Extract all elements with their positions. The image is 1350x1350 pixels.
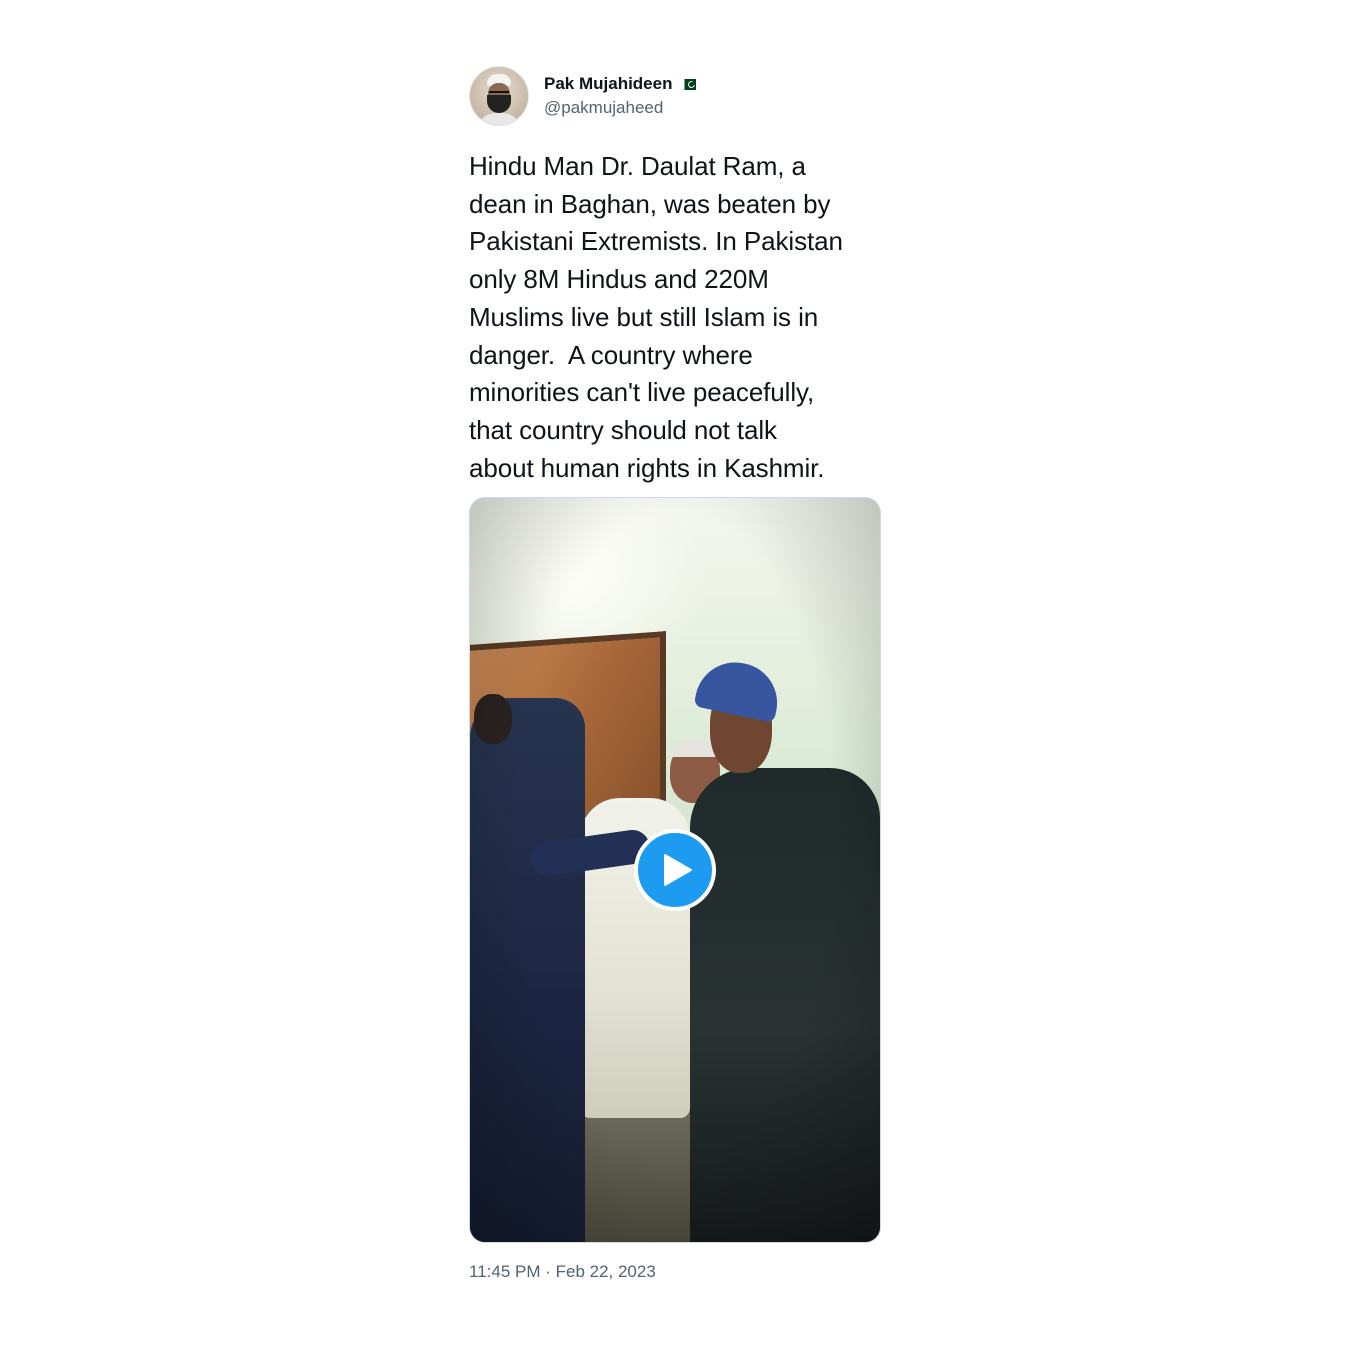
author-info: Pak Mujahideen @pakmujaheed <box>544 73 697 119</box>
avatar[interactable] <box>469 66 529 126</box>
tweet-timestamp[interactable]: 11:45 PM · Feb 22, 2023 <box>469 1262 656 1282</box>
avatar-glasses <box>489 91 509 97</box>
pakistan-flag-icon <box>681 78 697 90</box>
avatar-beard <box>487 95 511 113</box>
tweet-text: Hindu Man Dr. Daulat Ram, a dean in Bagh… <box>469 151 843 483</box>
tweet-header: Pak Mujahideen @pakmujaheed <box>469 66 881 126</box>
tweet: Pak Mujahideen @pakmujaheed Hindu Man Dr… <box>469 66 881 487</box>
display-name[interactable]: Pak Mujahideen <box>544 73 672 95</box>
avatar-body <box>476 113 522 125</box>
tweet-video[interactable] <box>469 497 881 1243</box>
play-button[interactable] <box>634 829 716 911</box>
author-name-row[interactable]: Pak Mujahideen <box>544 73 697 95</box>
play-icon <box>663 854 692 886</box>
author-handle[interactable]: @pakmujaheed <box>544 97 696 119</box>
